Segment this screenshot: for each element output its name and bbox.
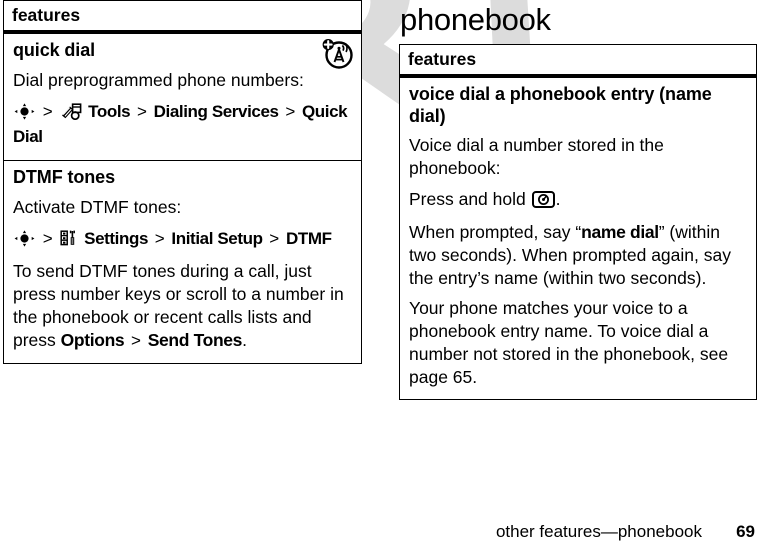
right-column: phonebook features voice dial a phoneboo…	[399, 0, 757, 401]
menu-item-dialing-services: Dialing Services	[153, 101, 279, 121]
voice-command-name-dial: name dial	[581, 221, 659, 242]
menu-separator: >	[42, 101, 53, 121]
row-paragraph-1: Voice dial a number stored in the phoneb…	[409, 135, 664, 179]
left-column: features quick dial Dial preprogrammed p…	[3, 0, 362, 364]
left-features-table: features quick dial Dial preprogrammed p…	[3, 0, 362, 364]
row-intro-text: Dial preprogrammed phone numbers:	[13, 69, 304, 90]
center-select-key-icon	[14, 103, 35, 126]
left-table-header: features	[4, 1, 361, 35]
right-features-table: features voice dial a phonebook entry (n…	[399, 44, 757, 401]
row-body-text: To send DTMF tones during a call, just p…	[13, 260, 352, 353]
menu-item-send-tones: Send Tones	[147, 330, 243, 351]
page-footer: other features—phonebook 69	[0, 518, 759, 542]
row-paragraph-2: Press and hold .	[409, 188, 747, 214]
press-hold-text-post: .	[555, 188, 561, 209]
table-row: DTMF tones Activate DTMF tones: > Settin…	[4, 160, 361, 363]
tools-icon	[60, 102, 82, 126]
menu-item-settings: Settings	[84, 228, 149, 248]
menu-separator: >	[126, 331, 146, 351]
menu-item-dtmf: DTMF	[285, 228, 332, 248]
menu-separator: >	[136, 101, 147, 121]
footer-breadcrumb: other features—phonebook	[495, 521, 702, 541]
softkey-options: Options	[60, 330, 125, 351]
page-title: phonebook	[400, 2, 551, 37]
right-table-header: features	[400, 45, 756, 79]
table-row: quick dial Dial preprogrammed phone numb…	[4, 34, 361, 160]
menu-item-tools: Tools	[88, 101, 131, 121]
row-paragraph-3: When prompted, say “name dial” (within t…	[409, 221, 747, 290]
press-hold-text: Press and hold	[409, 188, 531, 209]
manual-page: features quick dial Dial preprogrammed p…	[0, 0, 759, 550]
network-tower-plus-icon	[321, 38, 353, 75]
footer-page-number: 69	[736, 521, 755, 541]
row-title: quick dial	[13, 40, 96, 61]
menu-path-dtmf: > Settings > Initial Setup > DTMF	[13, 228, 352, 253]
table-row: voice dial a phonebook entry (name dial)…	[400, 78, 756, 399]
center-select-key-icon	[14, 230, 35, 253]
menu-item-initial-setup: Initial Setup	[171, 228, 263, 248]
row-title: voice dial a phonebook entry (name dial)	[409, 84, 712, 126]
menu-separator: >	[285, 101, 296, 121]
menu-separator: >	[154, 228, 165, 248]
prompt-text-pre: When prompted, say “	[409, 221, 582, 242]
row-paragraph-4: Your phone matches your voice to a phone…	[409, 297, 729, 388]
voice-dial-key-icon	[531, 190, 555, 214]
row-intro-text: Activate DTMF tones:	[13, 196, 182, 217]
row-title: DTMF tones	[13, 167, 115, 187]
menu-separator: >	[269, 228, 280, 248]
settings-tools-icon	[60, 229, 78, 253]
left-table-body: quick dial Dial preprogrammed phone numb…	[4, 34, 361, 362]
menu-path-quick-dial: > Tools > Dialing Services > Quick Dial	[13, 101, 352, 148]
menu-separator: >	[42, 228, 53, 248]
right-table-body: voice dial a phonebook entry (name dial)…	[400, 78, 756, 399]
body-text-post: .	[242, 330, 247, 351]
